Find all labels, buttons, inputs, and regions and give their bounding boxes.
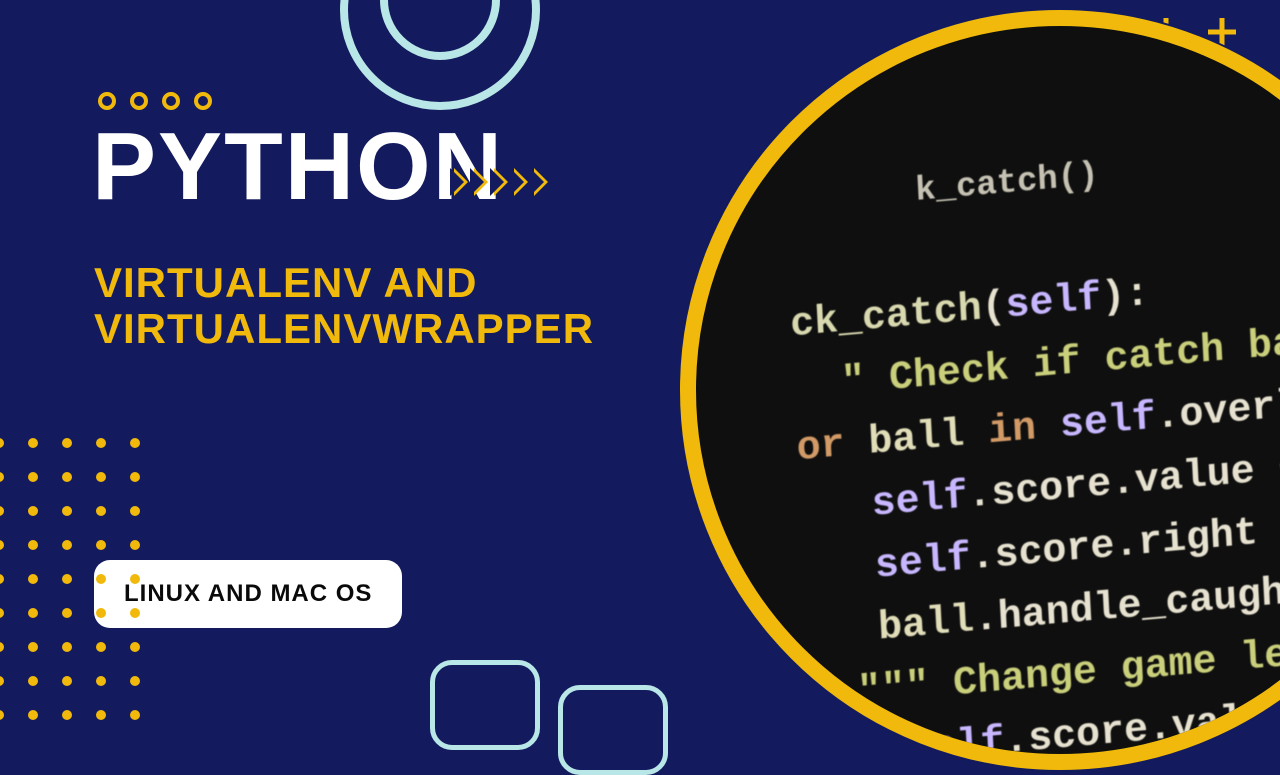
dot-icon [28, 608, 38, 618]
small-circle-icon [194, 92, 212, 110]
dot-icon [62, 710, 72, 720]
dot-icon [62, 574, 72, 584]
dot-icon [0, 642, 4, 652]
rounded-rect-decoration-1 [430, 660, 540, 750]
dot-icon [28, 676, 38, 686]
dot-icon [28, 642, 38, 652]
code-token: ck_catch [789, 287, 983, 349]
subtitle: VIRTUALENV ANDVIRTUALENVWRAPPER [94, 260, 594, 352]
dot-icon [0, 438, 4, 448]
code-token: self [1059, 396, 1157, 449]
code-token: self [1004, 276, 1102, 329]
dot-icon [130, 676, 140, 686]
dot-icon [130, 574, 140, 584]
chevron-right-icon [474, 168, 488, 196]
dot-icon [62, 540, 72, 550]
dot-icon [96, 506, 106, 516]
chevron-right-icon [454, 168, 468, 196]
small-circles-decoration [98, 92, 212, 110]
dot-icon [62, 676, 72, 686]
code-photo-circle: k_catch() ck_catch(self): " Check if cat… [680, 10, 1280, 770]
dot-icon [96, 540, 106, 550]
dot-icon [28, 472, 38, 482]
dot-icon [96, 438, 106, 448]
code-token: ball [877, 598, 975, 651]
dot-icon [130, 506, 140, 516]
dot-icon [130, 608, 140, 618]
code-token: in [987, 406, 1037, 455]
code-token: score.right [994, 511, 1260, 579]
code-token: ball [867, 413, 965, 466]
code-token: score.value [990, 449, 1256, 517]
dot-icon [0, 676, 4, 686]
dot-icon [62, 608, 72, 618]
code-token: self [874, 536, 972, 589]
code-token: self [871, 474, 969, 527]
dot-icon [130, 472, 140, 482]
main-title: PYTHON [92, 112, 504, 222]
chevron-right-icon [534, 168, 548, 196]
dot-icon [130, 540, 140, 550]
dot-icon [0, 574, 4, 584]
rounded-rect-decoration-2 [558, 685, 668, 775]
dot-icon [130, 642, 140, 652]
dot-grid-decoration [0, 438, 146, 726]
dot-icon [96, 574, 106, 584]
dot-icon [28, 438, 38, 448]
dot-icon [96, 608, 106, 618]
small-circle-icon [98, 92, 116, 110]
dot-icon [0, 472, 4, 482]
dot-icon [28, 506, 38, 516]
code-token: or [796, 423, 846, 472]
small-circle-icon [130, 92, 148, 110]
dot-icon [28, 710, 38, 720]
dot-icon [0, 710, 4, 720]
code-token: score.value [1027, 695, 1280, 763]
dot-icon [62, 472, 72, 482]
chevron-right-icon [494, 168, 508, 196]
code-token: self [908, 720, 1006, 770]
chevrons-decoration [454, 168, 548, 196]
code-token: k_catch() [914, 157, 1099, 211]
dot-icon [96, 472, 106, 482]
dot-icon [96, 710, 106, 720]
dot-icon [62, 438, 72, 448]
dot-icon [96, 642, 106, 652]
dot-icon [62, 642, 72, 652]
dot-icon [28, 540, 38, 550]
dot-icon [130, 710, 140, 720]
dot-icon [28, 574, 38, 584]
chevron-right-icon [514, 168, 528, 196]
small-circle-icon [162, 92, 180, 110]
dot-icon [0, 608, 4, 618]
dot-icon [62, 506, 72, 516]
dot-icon [96, 676, 106, 686]
code-text: k_catch() ck_catch(self): " Check if cat… [680, 10, 1280, 770]
code-token: handle_caught() [997, 565, 1280, 641]
code-token: if [836, 730, 886, 770]
dot-icon [130, 438, 140, 448]
code-token: overlappin [1178, 373, 1280, 439]
dot-icon [0, 506, 4, 516]
dot-icon [0, 540, 4, 550]
